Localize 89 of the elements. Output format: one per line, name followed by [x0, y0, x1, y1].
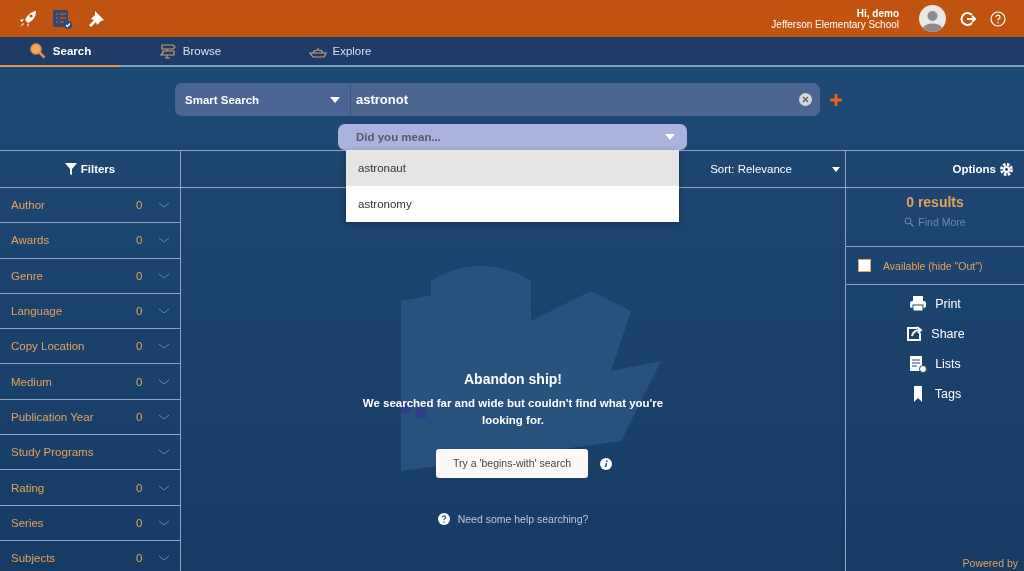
checkbox-label: Available (hide "Out")	[883, 259, 983, 272]
filter-label: Study Programs	[11, 446, 95, 459]
help-link[interactable]: Need some help searching?	[457, 513, 589, 525]
printer-icon	[909, 295, 928, 313]
search-icon	[28, 42, 47, 60]
filter-label: Medium	[11, 375, 53, 388]
empty-title: Abandon ship!	[464, 371, 562, 387]
filter-count: 0	[136, 269, 144, 282]
filter-label: Publication Year	[11, 410, 95, 423]
did-you-mean-dropdown[interactable]: Did you mean...	[338, 124, 687, 150]
filter-icon	[64, 162, 77, 176]
chevron-icon	[158, 237, 170, 244]
list-icon[interactable]	[52, 8, 72, 29]
chevron-icon	[158, 519, 170, 526]
search-type-dropdown[interactable]: Smart Search	[175, 83, 350, 116]
suggestion-option[interactable]: astronomy	[346, 186, 679, 222]
filter-count: 0	[136, 552, 144, 565]
checkbox[interactable]	[858, 259, 871, 272]
filter-label: Awards	[11, 234, 51, 247]
tags-button[interactable]: Tags	[908, 384, 962, 404]
filter-item[interactable]: Author 0	[0, 188, 180, 224]
filter-count: 0	[136, 234, 144, 247]
filter-item[interactable]: Rating 0	[0, 470, 180, 506]
filter-item[interactable]: Awards 0	[0, 223, 180, 259]
filter-count: 0	[136, 199, 144, 212]
share-icon	[905, 325, 924, 343]
filter-label: Subjects	[11, 552, 57, 565]
help-icon	[437, 513, 450, 525]
caret-icon	[665, 134, 675, 140]
print-button[interactable]: Print	[909, 294, 961, 314]
filter-item[interactable]: Genre 0	[0, 258, 180, 294]
filter-label: Rating	[11, 481, 46, 494]
chevron-icon	[158, 308, 170, 315]
begins-with-search-button[interactable]: Try a 'begins-with' search	[436, 449, 588, 478]
search-input[interactable]: astronot	[356, 92, 799, 107]
caret-icon	[330, 96, 340, 103]
suggestion-option[interactable]: astronaut	[346, 150, 679, 186]
clear-icon[interactable]	[799, 93, 812, 106]
results-count: 0 results	[906, 194, 964, 210]
caret-icon	[832, 166, 840, 172]
options-header[interactable]: Options	[846, 151, 1024, 188]
filters-header: Filters	[0, 151, 180, 188]
filter-item[interactable]: Subjects 0	[0, 540, 180, 571]
info-icon[interactable]	[600, 457, 612, 470]
filter-item[interactable]: Copy Location 0	[0, 329, 180, 365]
signpost-icon	[158, 42, 177, 60]
filter-label: Author	[11, 199, 46, 212]
chevron-icon	[158, 202, 170, 209]
tab[interactable]: Browse	[120, 37, 260, 67]
chevron-icon	[158, 378, 170, 385]
greeting: Hi, demo	[856, 7, 899, 19]
chevron-icon	[158, 555, 170, 562]
list-icon	[909, 355, 928, 373]
school-name: Jefferson Elementary School	[771, 18, 899, 30]
filter-count: 0	[136, 516, 144, 529]
avatar-icon[interactable]	[919, 5, 946, 32]
filter-count: 0	[136, 375, 144, 388]
logout-icon[interactable]	[960, 10, 976, 27]
filter-item[interactable]: Study Programs	[0, 435, 180, 471]
search-icon	[904, 217, 915, 227]
chevron-icon	[158, 484, 170, 491]
plus-icon[interactable]	[830, 93, 842, 106]
filter-count: 0	[136, 481, 144, 494]
filter-count: 0	[136, 305, 144, 318]
share-button[interactable]: Share	[905, 324, 965, 344]
chevron-icon	[158, 413, 170, 420]
filter-label: Language	[11, 305, 64, 318]
sort-dropdown[interactable]: Sort: Relevance	[710, 163, 840, 175]
powered-by-text: Powered by	[962, 557, 1018, 569]
empty-message: We searched far and wide but couldn't find what you're looking for.	[361, 396, 665, 428]
filter-item[interactable]: Publication Year 0	[0, 399, 180, 436]
filter-count: 0	[136, 410, 144, 423]
filter-label: Copy Location	[11, 340, 86, 353]
chevron-icon	[158, 343, 170, 350]
filter-item[interactable]: Language 0	[0, 293, 180, 330]
filter-item[interactable]: Medium 0	[0, 364, 180, 400]
filter-item[interactable]: Series 0	[0, 505, 180, 541]
chevron-icon	[158, 272, 170, 279]
filter-label: Series	[11, 516, 45, 529]
tab[interactable]: Explore	[260, 37, 420, 67]
help-icon[interactable]	[990, 10, 1006, 27]
tab[interactable]: Search	[0, 37, 120, 67]
filter-count: 0	[136, 340, 144, 353]
filter-label: Genre	[11, 269, 44, 282]
search-field[interactable]: astronot	[350, 83, 820, 116]
lists-button[interactable]: Lists	[909, 354, 961, 374]
gear-icon	[999, 161, 1014, 177]
rocket-icon[interactable]	[18, 8, 38, 29]
chevron-icon	[158, 449, 170, 456]
